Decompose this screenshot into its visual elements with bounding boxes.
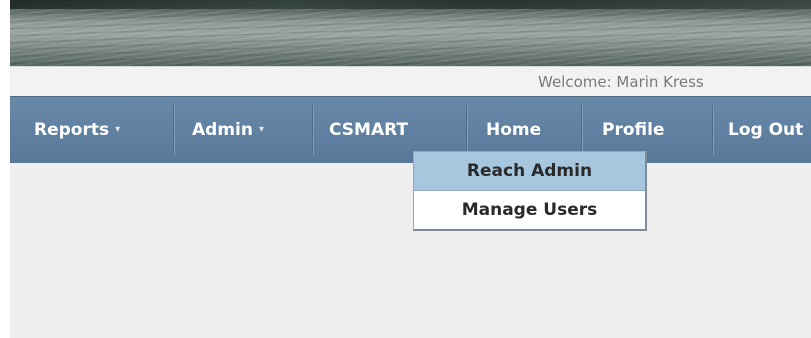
nav-divider (466, 105, 467, 155)
menu-item-manage-users[interactable]: Manage Users (414, 191, 645, 229)
nav-divider (581, 105, 582, 155)
nav-logout-link[interactable]: Log Out (728, 97, 803, 163)
welcome-bar: Welcome: Marin Kress (10, 66, 811, 96)
nav-divider (312, 105, 313, 155)
chevron-down-icon: ▾ (115, 124, 121, 135)
nav-divider (173, 105, 174, 155)
menu-item-reach-admin[interactable]: Reach Admin (414, 152, 645, 191)
header-banner-image (10, 0, 811, 66)
nav-reports-label: Reports (34, 120, 110, 140)
main-nav: Reports ▾ Admin ▾ CSMART Home Profile Log … (10, 96, 811, 163)
nav-reports-menu[interactable]: Reports ▾ (34, 97, 120, 163)
nav-admin-label: Admin (192, 120, 253, 140)
welcome-text: Welcome: Marin Kress (538, 73, 704, 91)
app-frame: Welcome: Marin Kress Reports ▾ Admin ▾ CSM… (10, 0, 811, 338)
admin-dropdown-menu: Reach Admin Manage Users (413, 151, 647, 231)
chevron-down-icon: ▾ (258, 124, 265, 135)
nav-csmart-link[interactable]: CSMART (329, 97, 408, 163)
nav-divider (712, 105, 713, 155)
nav-admin-menu[interactable]: Admin ▾ (192, 97, 264, 163)
